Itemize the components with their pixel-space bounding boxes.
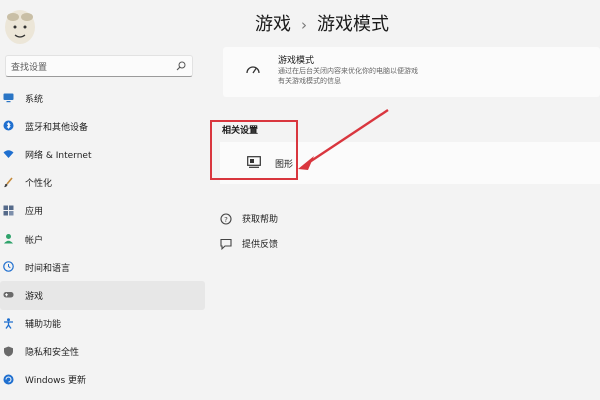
speedometer-icon	[246, 66, 260, 74]
sidebar-item-label: 隐私和安全性	[25, 348, 80, 359]
sidebar-item-label: 帐户	[25, 235, 44, 246]
breadcrumb-separator: ›	[301, 16, 307, 34]
sidebar-item-label: 应用	[25, 207, 44, 218]
sidebar-item-label: 时间和语言	[25, 263, 71, 274]
get-help-label: 获取帮助	[242, 215, 279, 225]
apps-icon	[3, 205, 14, 216]
sidebar-item-system[interactable]: 系统	[0, 84, 205, 112]
get-help-link[interactable]: ? 获取帮助	[220, 212, 278, 225]
sidebar-item-label: 辅助功能	[25, 320, 62, 331]
sidebar-item-accessibility[interactable]: 辅助功能	[0, 310, 205, 338]
sidebar-item-windows-update[interactable]: Windows 更新	[0, 366, 205, 394]
shield-icon	[4, 346, 13, 357]
breadcrumb: 游戏 › 游戏模式	[255, 10, 389, 36]
sidebar-item-label: Windows 更新	[25, 376, 87, 387]
gamepad-icon	[3, 292, 14, 298]
related-settings-heading: 相关设置	[222, 126, 259, 136]
game-mode-title: 游戏模式	[278, 56, 315, 66]
sidebar-nav: 系统 蓝牙和其他设备 网络 & Internet 个性化 应用 帐户 时间和语言…	[0, 84, 205, 394]
sidebar-item-label: 游戏	[25, 291, 44, 302]
sidebar-item-bluetooth[interactable]: 蓝牙和其他设备	[0, 112, 205, 140]
game-mode-description: 通过在后台关闭内容来优化你的电脑以便游戏 有关游戏模式的信息	[278, 66, 418, 86]
help-icon: ?	[220, 212, 232, 225]
sidebar-item-apps[interactable]: 应用	[0, 197, 205, 225]
sidebar: 查找设置 系统 蓝牙和其他设备 网络 & Internet 个性化 应用 帐户 …	[0, 0, 210, 400]
sidebar-item-label: 系统	[25, 94, 44, 105]
search-input[interactable]: 查找设置	[11, 60, 47, 73]
search-box[interactable]: 查找设置	[5, 55, 193, 77]
brush-icon	[4, 177, 13, 187]
sidebar-item-personalization[interactable]: 个性化	[0, 169, 205, 197]
sidebar-item-label: 个性化	[25, 179, 53, 190]
sidebar-item-label: 蓝牙和其他设备	[25, 122, 89, 133]
wifi-icon	[3, 150, 14, 159]
account-icon	[4, 233, 13, 244]
monitor-icon	[3, 93, 14, 103]
bluetooth-icon	[3, 120, 14, 131]
windows-update-icon	[3, 374, 14, 385]
search-icon[interactable]	[176, 61, 186, 71]
graphics-label: 图形	[275, 160, 294, 170]
svg-text:?: ?	[224, 215, 228, 223]
sidebar-item-network[interactable]: 网络 & Internet	[0, 140, 205, 168]
feedback-icon	[220, 238, 232, 250]
give-feedback-label: 提供反馈	[242, 240, 279, 250]
breadcrumb-parent[interactable]: 游戏	[255, 14, 291, 35]
sidebar-item-label: 网络 & Internet	[25, 150, 92, 161]
page-title: 游戏模式	[317, 14, 389, 35]
accessibility-icon	[4, 317, 13, 329]
avatar[interactable]	[0, 5, 40, 49]
sidebar-item-privacy[interactable]: 隐私和安全性	[0, 338, 205, 366]
sidebar-item-time-language[interactable]: 时间和语言	[0, 253, 205, 281]
game-mode-desc-line1: 通过在后台关闭内容来优化你的电脑以便游戏	[278, 67, 418, 75]
game-mode-info-link[interactable]: 有关游戏模式的信息	[278, 76, 418, 86]
globe-clock-icon	[3, 261, 14, 272]
main-content: 游戏 › 游戏模式 游戏模式 通过在后台关闭内容来优化你的电脑以便游戏 有关游戏模式…	[210, 0, 600, 400]
give-feedback-link[interactable]: 提供反馈	[220, 237, 278, 250]
graphics-icon	[247, 156, 261, 168]
sidebar-item-accounts[interactable]: 帐户	[0, 225, 205, 253]
graphics-setting-row[interactable]: 图形	[220, 142, 600, 184]
sidebar-item-gaming[interactable]: 游戏	[0, 281, 205, 310]
game-mode-card[interactable]: 游戏模式 通过在后台关闭内容来优化你的电脑以便游戏 有关游戏模式的信息	[223, 47, 600, 97]
